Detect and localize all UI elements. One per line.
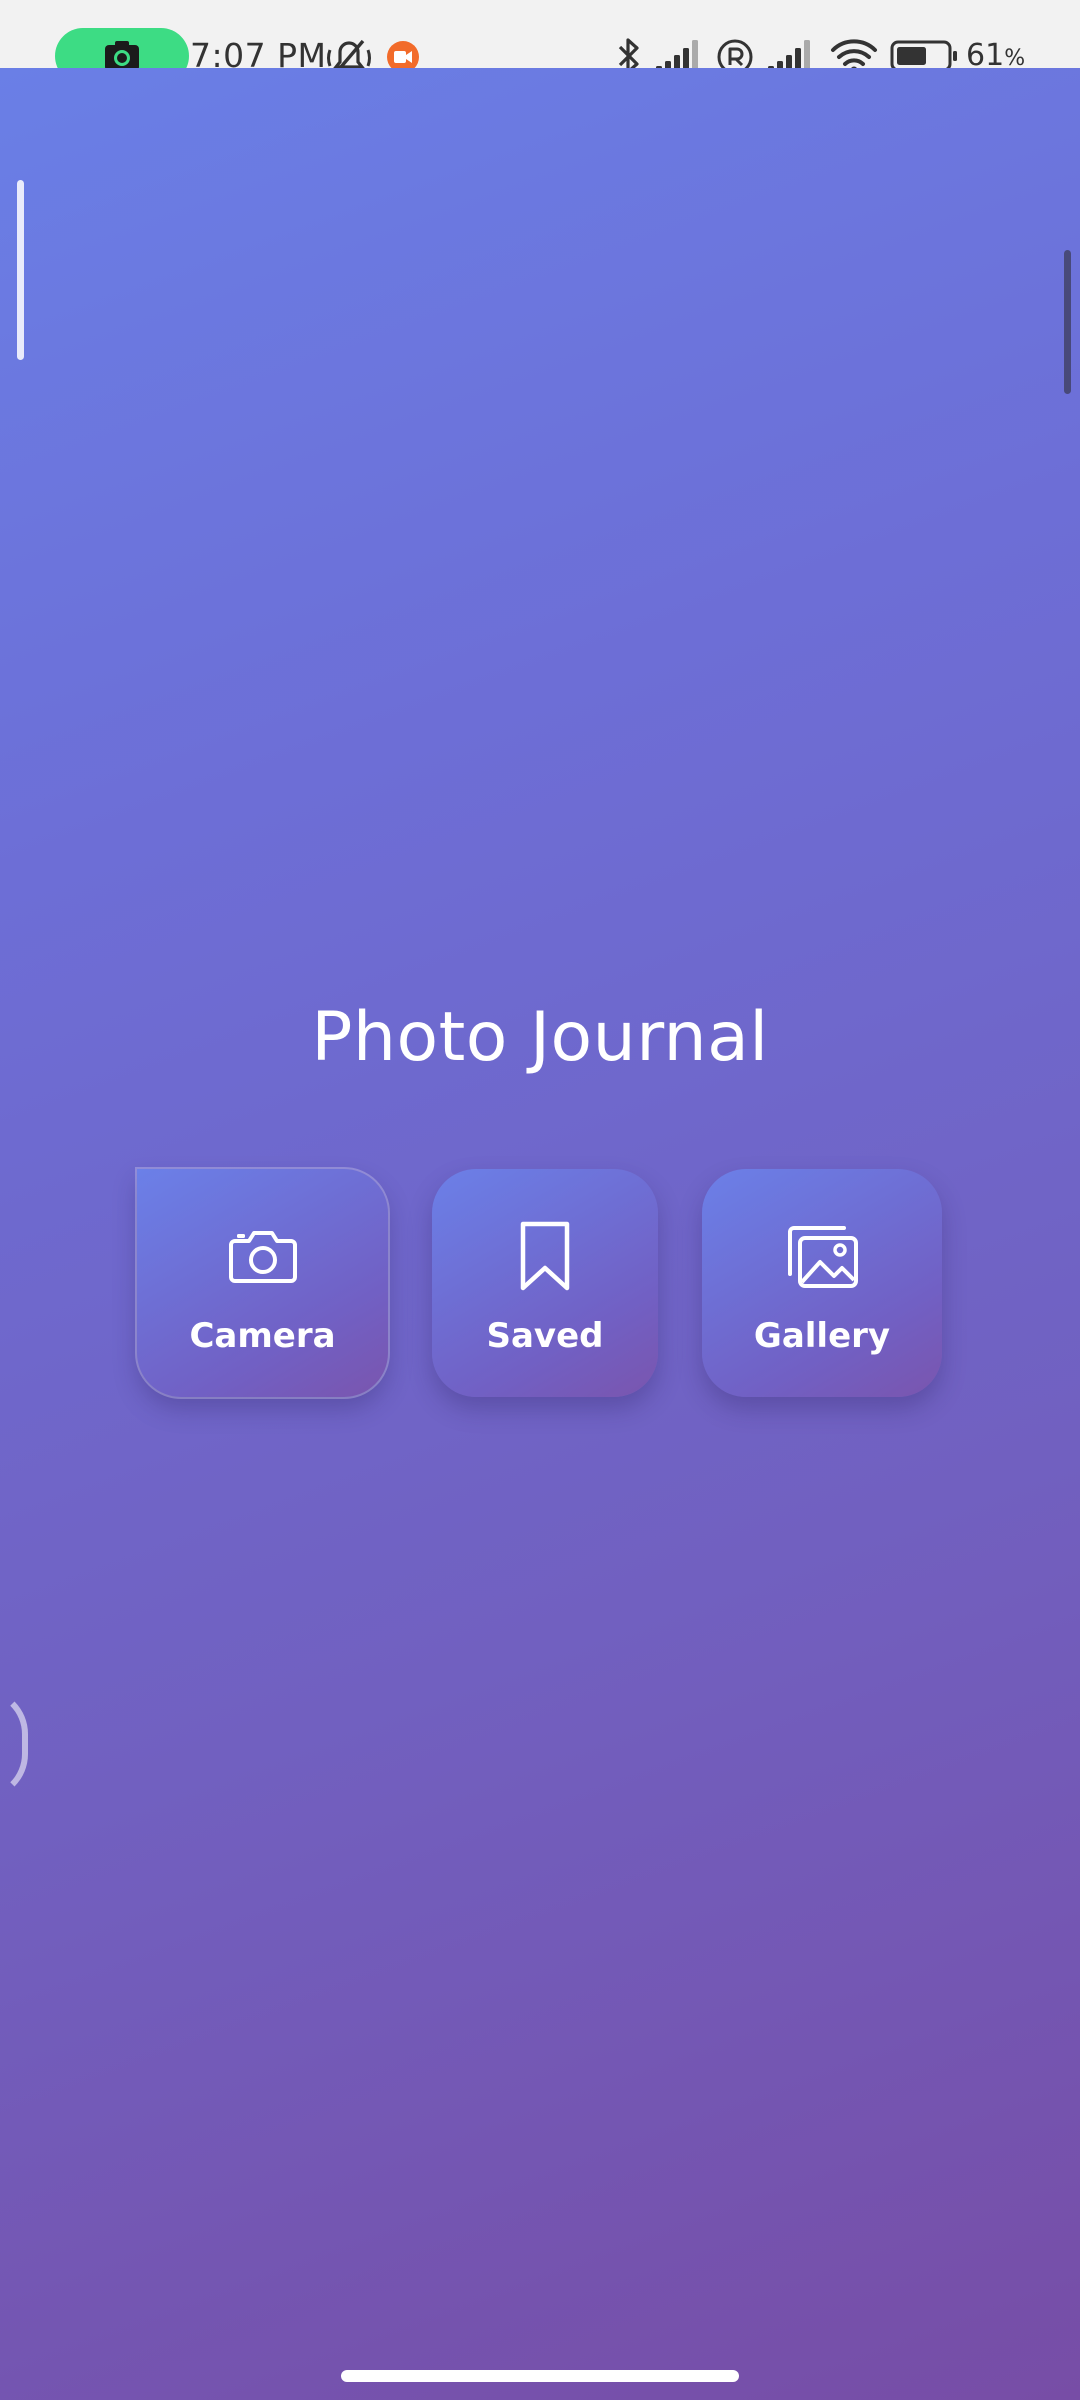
saved-label: Saved xyxy=(486,1316,604,1356)
bookmark-icon xyxy=(520,1221,570,1291)
camera-button[interactable]: Camera xyxy=(135,1167,390,1399)
action-tiles: Camera Saved Gallery xyxy=(0,1167,1080,1399)
camera-label: Camera xyxy=(189,1316,336,1356)
home-screen: Photo Journal Camera Saved Gallery xyxy=(0,68,1080,2400)
edge-panel-handle[interactable] xyxy=(17,180,24,360)
status-bar: 7:07 PM 61% xyxy=(0,0,1080,84)
saved-button[interactable]: Saved xyxy=(432,1169,658,1397)
camera-icon xyxy=(228,1231,297,1283)
gallery-label: Gallery xyxy=(753,1316,891,1356)
scrollbar[interactable] xyxy=(1064,250,1071,394)
page-title: Photo Journal xyxy=(311,998,769,1077)
back-gesture-indicator xyxy=(0,1688,28,1800)
gallery-button[interactable]: Gallery xyxy=(702,1169,942,1397)
gallery-icon xyxy=(788,1226,858,1288)
home-indicator[interactable] xyxy=(341,2370,739,2382)
